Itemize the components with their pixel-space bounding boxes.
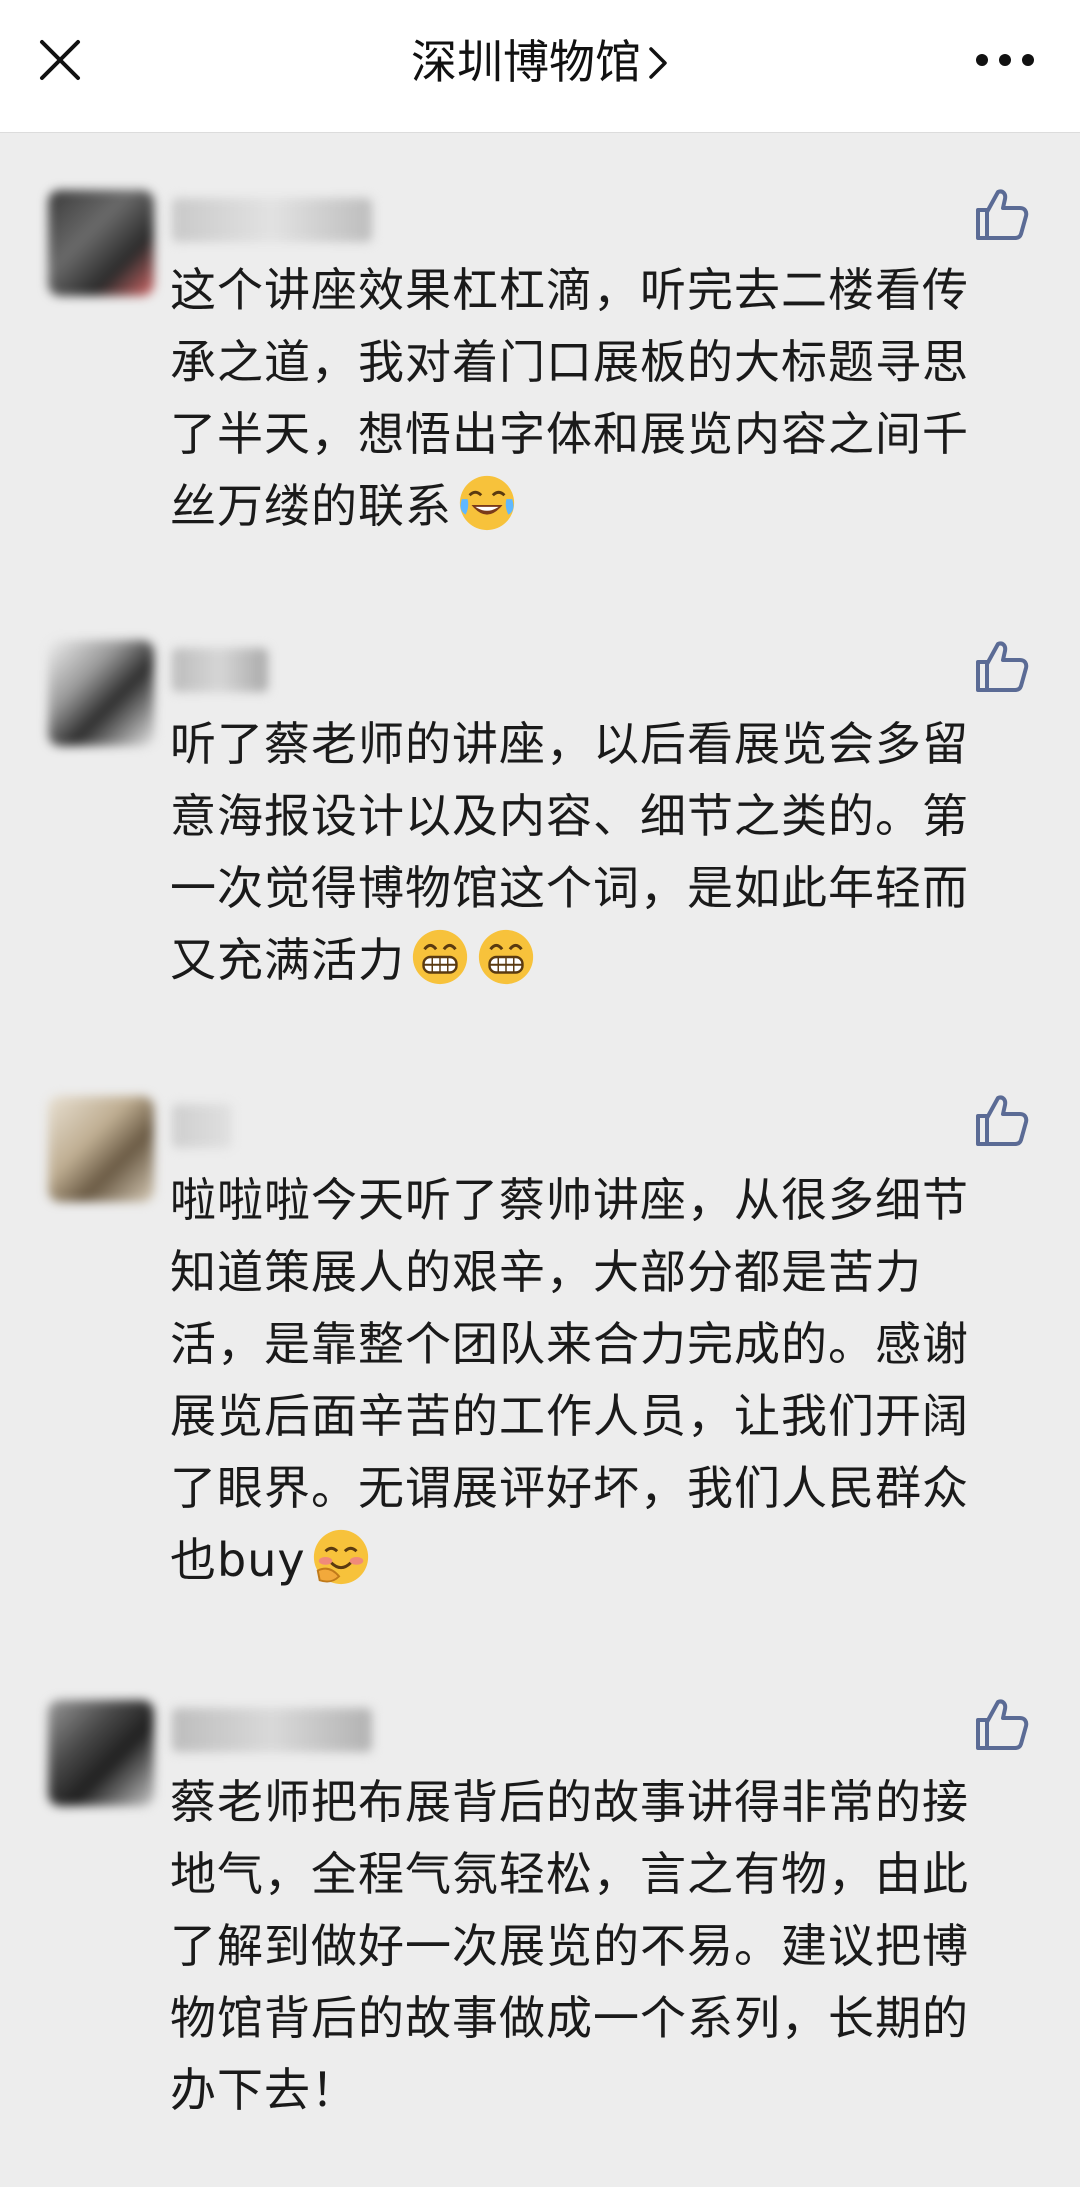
like-icon[interactable] xyxy=(970,1090,1030,1150)
comments-page: 深圳博物馆 这个讲座效果杠杠滴，听完去二楼看传承之道，我对着门口展板的大标题寻思… xyxy=(0,0,1080,2187)
comment-text: 蔡老师把布展背后的故事讲得非常的接地气，全程气氛轻松，言之有物，由此了解到做好一… xyxy=(170,1775,969,2117)
tears-of-joy-emoji xyxy=(459,475,515,531)
grinning-emoji xyxy=(478,929,534,985)
top-navbar: 深圳博物馆 xyxy=(0,0,1080,133)
page-title: 深圳博物馆 xyxy=(411,35,641,89)
comment-text: 这个讲座效果杠杠滴，听完去二楼看传承之道，我对着门口展板的大标题寻思了半天，想悟… xyxy=(170,263,969,533)
nickname-blurred xyxy=(172,1708,372,1752)
avatar xyxy=(48,190,154,296)
more-button[interactable] xyxy=(970,38,1040,82)
like-icon[interactable] xyxy=(970,636,1030,696)
giggle-emoji xyxy=(313,1529,368,1585)
like-icon[interactable] xyxy=(970,184,1030,244)
nickname-blurred xyxy=(172,198,372,242)
more-icon xyxy=(976,54,1034,66)
nickname-blurred xyxy=(172,648,268,692)
avatar xyxy=(48,1700,154,1806)
like-icon[interactable] xyxy=(970,1694,1030,1754)
avatar xyxy=(48,640,154,746)
comment-text: 啦啦啦今天听了蔡帅讲座，从很多细节知道策展人的艰辛，大部分都是苦力活，是靠整个团… xyxy=(170,1173,969,1587)
nickname-blurred xyxy=(172,1104,232,1148)
comment-text: 听了蔡老师的讲座，以后看展览会多留意海报设计以及内容、细节之类的。第一次觉得博物… xyxy=(170,717,969,987)
avatar xyxy=(48,1096,154,1202)
chevron-right-icon xyxy=(649,46,667,79)
grinning-emoji xyxy=(412,929,468,985)
account-title-link[interactable]: 深圳博物馆 xyxy=(0,30,1080,94)
